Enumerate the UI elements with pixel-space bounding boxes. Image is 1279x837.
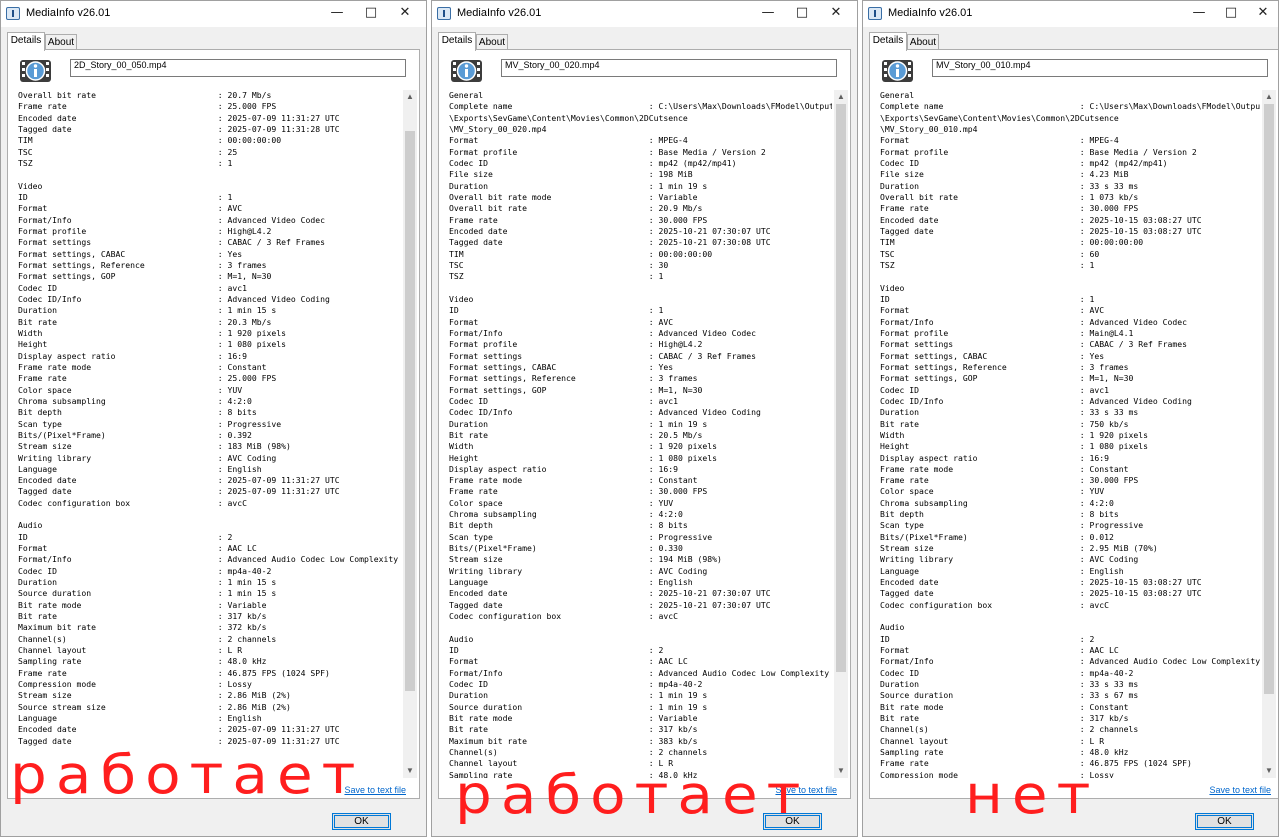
- mediainfo-logo-icon: [20, 60, 51, 82]
- details-text[interactable]: Overall bit rate : 20.7 Mb/s Frame rate …: [12, 90, 401, 778]
- scroll-down-icon[interactable]: ▼: [1262, 764, 1276, 778]
- media-info-text: General Complete name : C:\Users\Max\Dow…: [880, 90, 1260, 778]
- scroll-thumb[interactable]: [1264, 104, 1274, 694]
- mediainfo-app-icon: [437, 7, 451, 20]
- minimize-icon[interactable]: —: [320, 1, 354, 27]
- close-icon[interactable]: ✕: [819, 1, 853, 27]
- title-bar[interactable]: MediaInfo v26.01 — □ ✕: [432, 1, 857, 27]
- ok-button[interactable]: OK: [332, 813, 391, 830]
- details-panel: 2D_Story_00_050.mp4 Overall bit rate : 2…: [7, 49, 420, 799]
- filename-field[interactable]: MV_Story_00_010.mp4: [932, 59, 1268, 77]
- mediainfo-app-icon: [6, 7, 20, 20]
- tab-details[interactable]: Details: [438, 32, 476, 51]
- tab-details[interactable]: Details: [7, 32, 45, 51]
- details-panel: MV_Story_00_010.mp4 General Complete nam…: [869, 49, 1278, 799]
- vertical-scrollbar[interactable]: ▲ ▼: [834, 90, 848, 778]
- maximize-icon[interactable]: □: [1214, 1, 1248, 27]
- scroll-up-icon[interactable]: ▲: [1262, 90, 1276, 104]
- mediainfo-logo-icon: [451, 60, 482, 82]
- details-panel: MV_Story_00_020.mp4 General Complete nam…: [438, 49, 851, 799]
- mediainfo-logo-icon: [882, 60, 913, 82]
- scroll-up-icon[interactable]: ▲: [403, 90, 417, 104]
- mediainfo-app-icon: [868, 7, 882, 20]
- annotation-works-1: работает: [10, 743, 365, 806]
- mediainfo-window-3: MediaInfo v26.01 — □ ✕ Details About MV_…: [862, 0, 1279, 837]
- window-title: MediaInfo v26.01: [26, 7, 111, 19]
- vertical-scrollbar[interactable]: ▲ ▼: [403, 90, 417, 778]
- minimize-icon[interactable]: —: [751, 1, 785, 27]
- window-title: MediaInfo v26.01: [888, 7, 973, 19]
- title-bar[interactable]: MediaInfo v26.01 — □ ✕: [863, 1, 1278, 27]
- tab-details[interactable]: Details: [869, 32, 907, 51]
- maximize-icon[interactable]: □: [354, 1, 388, 27]
- scroll-thumb[interactable]: [836, 104, 846, 672]
- mediainfo-window-2: MediaInfo v26.01 — □ ✕ Details About MV_…: [431, 0, 858, 837]
- save-to-text-file-link[interactable]: Save to text file: [1209, 785, 1271, 795]
- details-text[interactable]: General Complete name : C:\Users\Max\Dow…: [443, 90, 832, 778]
- scroll-up-icon[interactable]: ▲: [834, 90, 848, 104]
- annotation-works-2: работает: [455, 763, 810, 826]
- filename-field[interactable]: 2D_Story_00_050.mp4: [70, 59, 406, 77]
- mediainfo-window-1: MediaInfo v26.01 — □ ✕ Details About 2D_…: [0, 0, 427, 837]
- close-icon[interactable]: ✕: [388, 1, 422, 27]
- minimize-icon[interactable]: —: [1182, 1, 1216, 27]
- scroll-down-icon[interactable]: ▼: [403, 764, 417, 778]
- ok-button[interactable]: OK: [1195, 813, 1254, 830]
- close-icon[interactable]: ✕: [1246, 1, 1278, 27]
- details-text[interactable]: General Complete name : C:\Users\Max\Dow…: [874, 90, 1260, 778]
- media-info-text: Overall bit rate : 20.7 Mb/s Frame rate …: [18, 90, 399, 746]
- annotation-no: нет: [965, 763, 1100, 826]
- scroll-down-icon[interactable]: ▼: [834, 764, 848, 778]
- title-bar[interactable]: MediaInfo v26.01 — □ ✕: [1, 1, 426, 27]
- maximize-icon[interactable]: □: [785, 1, 819, 27]
- filename-field[interactable]: MV_Story_00_020.mp4: [501, 59, 837, 77]
- vertical-scrollbar[interactable]: ▲ ▼: [1262, 90, 1276, 778]
- scroll-thumb[interactable]: [405, 131, 415, 691]
- window-title: MediaInfo v26.01: [457, 7, 542, 19]
- media-info-text: General Complete name : C:\Users\Max\Dow…: [449, 90, 832, 778]
